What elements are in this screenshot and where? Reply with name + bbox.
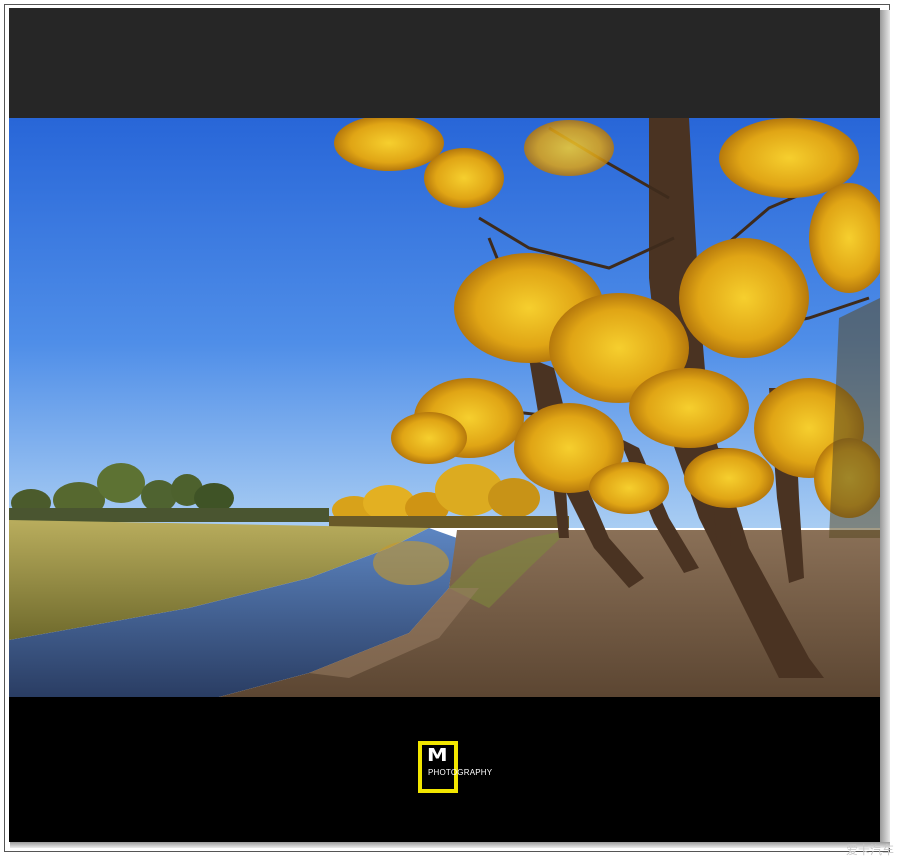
top-letterbox-bar <box>9 8 880 118</box>
frame-shadow-bottom <box>10 842 890 848</box>
frame-shadow-right <box>880 10 890 846</box>
photography-logo: M PHOTOGRAPHY <box>418 741 498 801</box>
logo-text: PHOTOGRAPHY <box>428 768 493 777</box>
landscape-photo <box>9 118 880 697</box>
watermark: 爱卡汽车 <box>845 843 894 857</box>
logo-mark: M <box>427 745 448 766</box>
